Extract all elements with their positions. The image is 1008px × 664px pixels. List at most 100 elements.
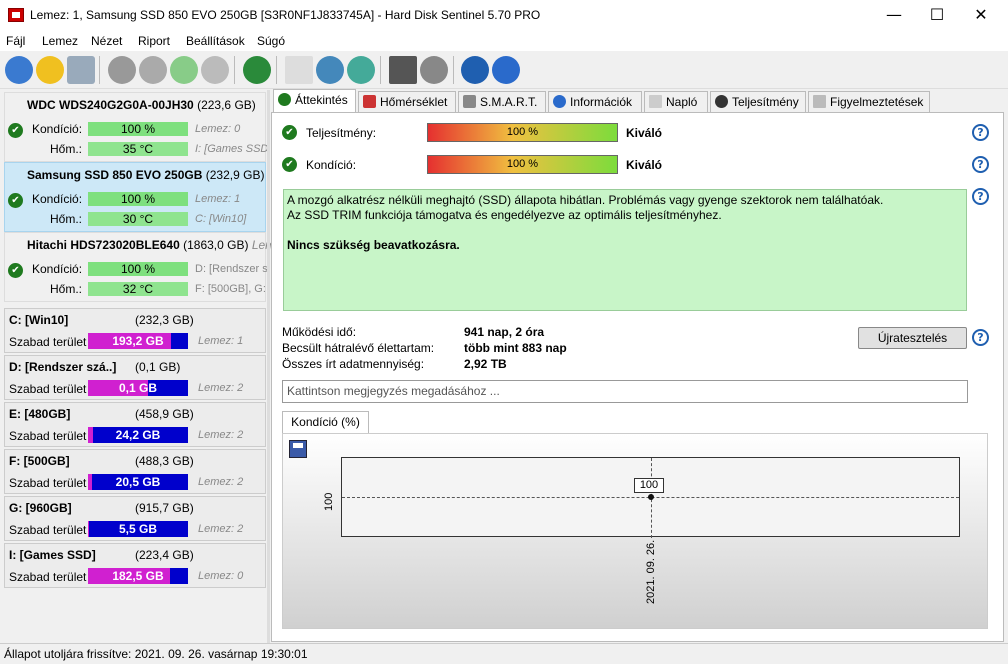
help-icon[interactable]: ?: [972, 156, 989, 173]
overview-panel: ✔ Teljesítmény: 100 % Kiváló ? ✔ Kondíci…: [271, 112, 1004, 642]
check-icon: ✔: [8, 263, 23, 278]
free-space-bar: 193,2 GB: [88, 333, 188, 349]
written-value: 2,92 TB: [464, 357, 507, 371]
tab-temperature[interactable]: Hőmérséklet: [358, 91, 456, 112]
menu-settings[interactable]: Beállítások: [186, 34, 245, 48]
plot-area: 100: [341, 457, 960, 538]
volume-size: (232,3 GB): [135, 313, 194, 327]
volume-item-f[interactable]: F: [500GB] (488,3 GB) Szabad terület 20,…: [4, 449, 266, 494]
comment-input[interactable]: Kattintson megjegyzés megadásához ...: [282, 380, 968, 403]
tab-info[interactable]: Információk: [548, 91, 642, 112]
volume-name: E: [480GB]: [9, 407, 71, 421]
sync-icon[interactable]: [316, 56, 344, 84]
monitor-icon[interactable]: [389, 56, 417, 84]
thermometer-icon: [363, 95, 376, 108]
volume-disk: Lemez: 2: [198, 429, 244, 441]
alert-icon[interactable]: [36, 56, 64, 84]
toolbar: [0, 51, 1008, 89]
app-icon: [8, 8, 24, 22]
help-icon[interactable]: [461, 56, 489, 84]
menu-help[interactable]: Súgó: [257, 34, 285, 48]
menu-file[interactable]: Fájl: [6, 34, 25, 48]
menu-report[interactable]: Riport: [138, 34, 170, 48]
disk-item-1[interactable]: Samsung SSD 850 EVO 250GB (232,9 GB) ✔ K…: [4, 162, 266, 232]
free-space-label: Szabad terület: [9, 382, 87, 396]
uptime-label: Működési idő:: [282, 325, 357, 339]
tab-alerts[interactable]: Figyelmeztetések: [808, 91, 930, 112]
disk-name: WDC WDS240G2G0A-00JH30: [27, 98, 194, 112]
tab-smart[interactable]: S.M.A.R.T.: [458, 91, 546, 112]
volume-item-d[interactable]: D: [Rendszer szá..] (0,1 GB) Szabad terü…: [4, 355, 266, 400]
disk-name: Hitachi HDS723020BLE640: [27, 238, 180, 252]
temp-bar: 30 °C: [88, 212, 188, 226]
maximize-button[interactable]: ☐: [914, 0, 960, 31]
check-icon: ✔: [8, 193, 23, 208]
tab-overview[interactable]: Áttekintés: [273, 89, 356, 112]
volume-item-g[interactable]: G: [960GB] (915,7 GB) Szabad terület 5,5…: [4, 496, 266, 541]
performance-label: Teljesítmény:: [306, 126, 377, 140]
disk-volumes: C: [Win10]: [195, 213, 247, 225]
disk-ok-icon[interactable]: [170, 56, 198, 84]
splitter[interactable]: [267, 90, 270, 643]
chip-icon: [463, 95, 476, 108]
x-tick-label: 2021. 09. 26.: [645, 539, 657, 604]
save-icon[interactable]: [289, 440, 307, 458]
data-label: 100: [634, 478, 664, 493]
minimize-button[interactable]: —: [871, 0, 917, 31]
volume-size: (458,9 GB): [135, 407, 194, 421]
disk-index: Lemez: 0: [195, 123, 241, 135]
disk-scan-icon[interactable]: [201, 56, 229, 84]
status-message-box: A mozgó alkatrész nélküli meghajtó (SSD)…: [283, 189, 967, 311]
tab-performance[interactable]: Teljesítmény: [710, 91, 806, 112]
sound-icon[interactable]: [420, 56, 448, 84]
volume-item-c[interactable]: C: [Win10] (232,3 GB) Szabad terület 193…: [4, 308, 266, 353]
disk-size: (232,9 GB): [205, 168, 265, 182]
disk-item-0[interactable]: WDC WDS240G2G0A-00JH30 (223,6 GB) ✔ Kond…: [4, 92, 267, 162]
volume-size: (0,1 GB): [135, 360, 181, 374]
volume-name: D: [Rendszer szá..]: [9, 360, 117, 374]
disk-name: Samsung SSD 850 EVO 250GB: [27, 168, 203, 182]
volume-item-e[interactable]: E: [480GB] (458,9 GB) Szabad terület 24,…: [4, 402, 266, 447]
free-space-label: Szabad terület: [9, 429, 87, 443]
globe-icon[interactable]: [243, 56, 271, 84]
chart-tab-condition[interactable]: Kondíció (%): [282, 411, 369, 433]
condition-label: Kondíció:: [306, 158, 357, 172]
check-icon: ✔: [8, 123, 23, 138]
temp-bar: 32 °C: [88, 282, 188, 296]
free-space-bar: 24,2 GB: [88, 427, 188, 443]
status-bar: Állapot utoljára frissítve: 2021. 09. 26…: [0, 643, 1008, 663]
help-icon[interactable]: ?: [972, 329, 989, 346]
volume-name: C: [Win10]: [9, 313, 69, 327]
menu-disk[interactable]: Lemez: [42, 34, 78, 48]
disk-volumes-1: D: [Rendszer s: [195, 263, 267, 275]
lifetime-label: Becsült hátralévő élettartam:: [282, 341, 435, 355]
report-icon[interactable]: [285, 56, 313, 84]
written-label: Összes írt adatmennyiség:: [282, 357, 425, 371]
free-space-label: Szabad terület: [9, 523, 87, 537]
disk-item-2[interactable]: Hitachi HDS723020BLE640 (1863,0 GB) Leme…: [4, 232, 288, 302]
close-button[interactable]: ✕: [958, 0, 1004, 31]
info-icon[interactable]: [492, 56, 520, 84]
menu-bar: Fájl Lemez Nézet Riport Beállítások Súgó: [0, 31, 1008, 51]
volume-disk: Lemez: 2: [198, 523, 244, 535]
free-space-bar: 0,1 GB: [88, 380, 188, 396]
volume-item-i[interactable]: I: [Games SSD] (223,4 GB) Szabad terület…: [4, 543, 266, 588]
free-space-bar: 5,5 GB: [88, 521, 188, 537]
tab-log[interactable]: Napló: [644, 91, 708, 112]
alerts-icon: [813, 95, 826, 108]
refresh-icon[interactable]: [5, 56, 33, 84]
disk-size: (223,6 GB): [197, 98, 256, 112]
volume-name: F: [500GB]: [9, 454, 70, 468]
network-icon[interactable]: [347, 56, 375, 84]
retest-button[interactable]: Újratesztelés: [858, 327, 967, 349]
disk-index: Lemez: 1: [195, 193, 241, 205]
help-icon[interactable]: ?: [972, 124, 989, 141]
disk-icon[interactable]: [67, 56, 95, 84]
disk-info-icon[interactable]: [108, 56, 136, 84]
disk-test-icon[interactable]: [139, 56, 167, 84]
info-icon: [553, 95, 566, 108]
temp-label: Hőm.:: [50, 142, 83, 156]
menu-view[interactable]: Nézet: [91, 34, 122, 48]
free-space-bar: 20,5 GB: [88, 474, 188, 490]
help-icon[interactable]: ?: [972, 188, 989, 205]
